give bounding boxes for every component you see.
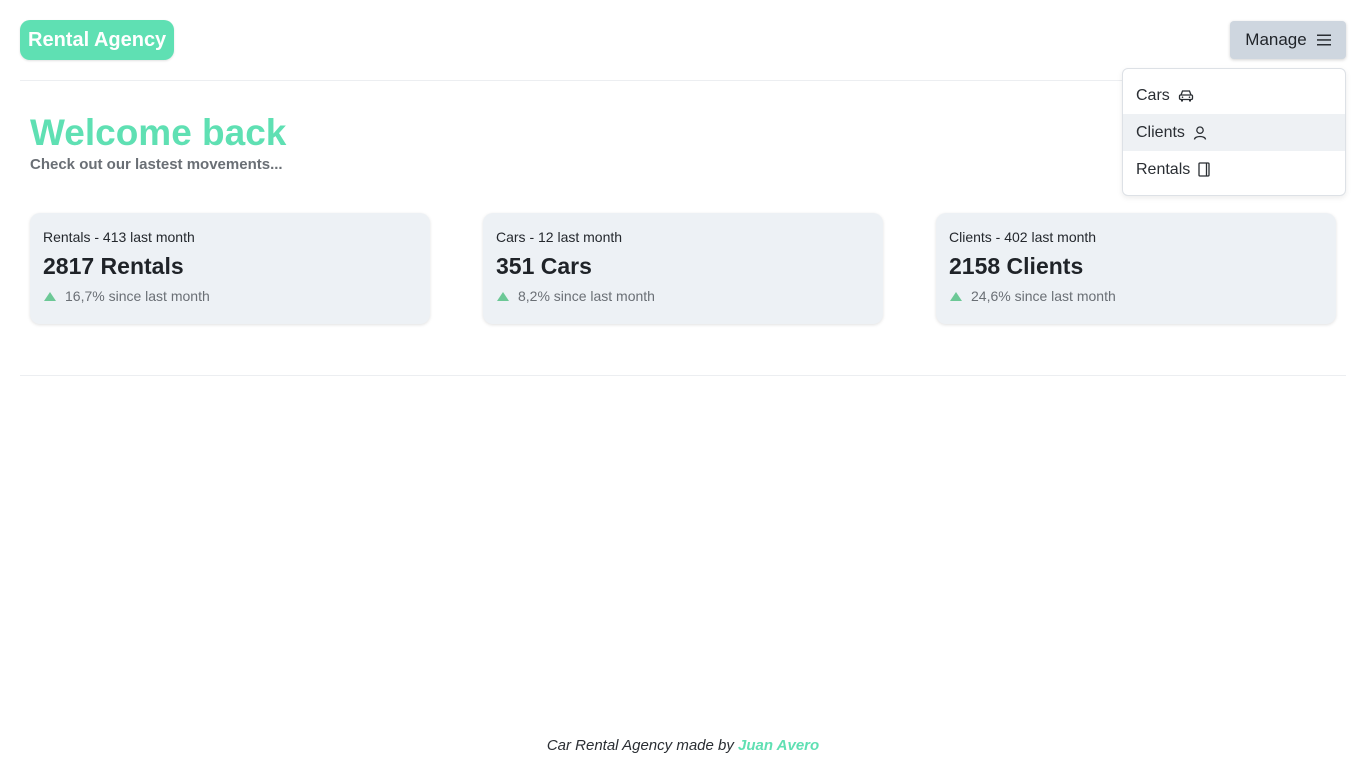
trend-up-icon (950, 291, 962, 301)
section-divider (20, 375, 1346, 376)
hamburger-icon (1316, 34, 1331, 46)
footer-text: Car Rental Agency made by (546, 737, 739, 754)
stat-card-trend-text: 24,6% since last month (971, 288, 1116, 304)
trend-up-icon (44, 291, 56, 301)
trend-up-icon (497, 291, 509, 301)
footer-author-link[interactable]: Juan Avero (738, 737, 819, 754)
stat-card-trend-text: 8,2% since last month (518, 288, 655, 304)
menu-item-label: Clients (1136, 123, 1185, 141)
welcome-subtitle: Check out our lastest movements... (30, 156, 283, 173)
manage-menu-button[interactable]: Manage (1230, 21, 1346, 59)
menu-item-label: Cars (1136, 86, 1170, 104)
car-icon (1178, 89, 1194, 103)
page: Rental Agency Manage Cars Clients Rental… (0, 0, 1366, 768)
manage-button-label: Manage (1245, 30, 1307, 49)
brand-logo[interactable]: Rental Agency (20, 20, 175, 60)
menu-item-label: Rentals (1136, 160, 1191, 178)
stat-card-value: 2817 Rentals (43, 253, 184, 279)
stat-card-label: Cars - 12 last month (496, 229, 623, 245)
stat-card-cars: Cars - 12 last month 351 Cars 8,2% since… (483, 213, 883, 324)
menu-item-rentals[interactable]: Rentals (1123, 151, 1345, 188)
stat-card-trend-text: 16,7% since last month (65, 288, 210, 304)
stat-card-label: Clients - 402 last month (949, 229, 1097, 245)
menu-item-cars[interactable]: Cars (1123, 77, 1345, 114)
stat-card-rentals: Rentals - 413 last month 2817 Rentals 16… (30, 213, 430, 324)
welcome-title: Welcome back (30, 112, 287, 153)
menu-item-clients[interactable]: Clients (1123, 114, 1345, 151)
stat-card-trend: 24,6% since last month (949, 288, 1323, 304)
footer: Car Rental Agency made by Juan Avero (0, 737, 1366, 754)
stat-card-label: Rentals - 413 last month (43, 229, 195, 245)
stat-card-clients: Clients - 402 last month 2158 Clients 24… (936, 213, 1336, 324)
stat-card-value: 2158 Clients (949, 253, 1084, 279)
stat-card-trend: 8,2% since last month (496, 288, 870, 304)
stat-card-trend: 16,7% since last month (43, 288, 417, 304)
book-icon (1198, 162, 1210, 177)
user-icon (1193, 125, 1207, 140)
manage-dropdown-menu: Cars Clients Rentals (1122, 68, 1346, 196)
stat-card-value: 351 Cars (496, 253, 592, 279)
